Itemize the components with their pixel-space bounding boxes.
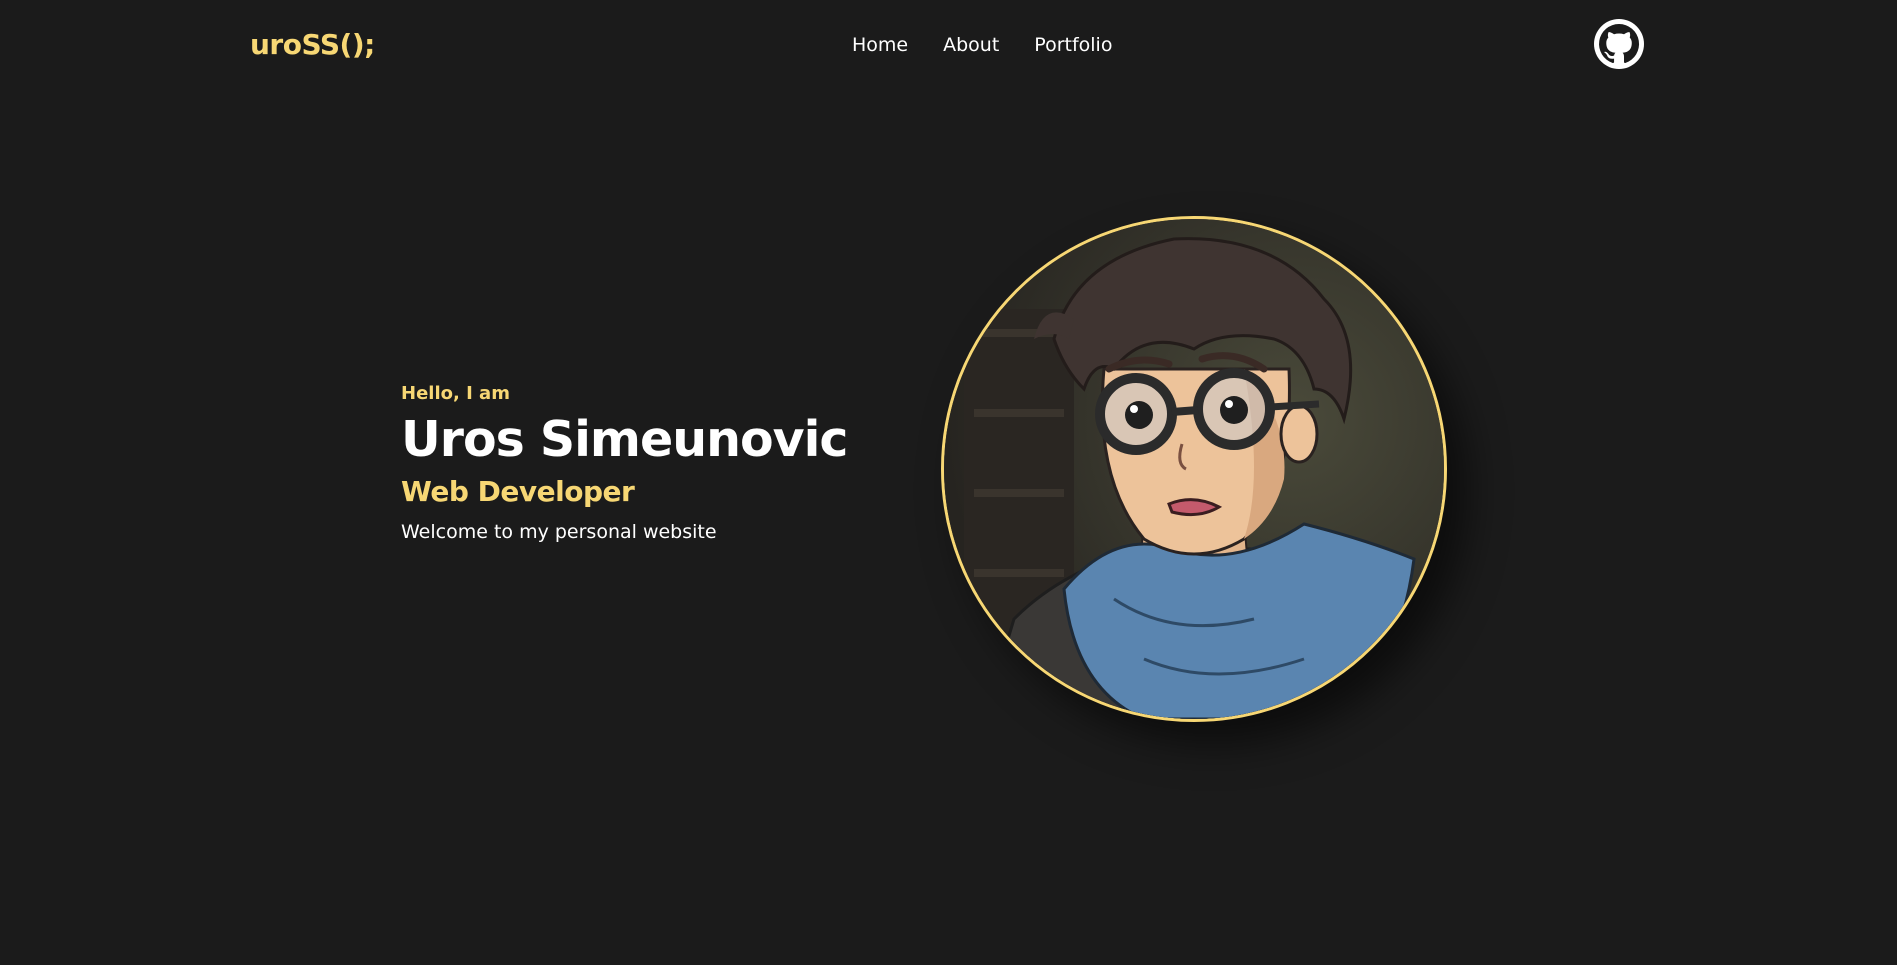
nav-link-about[interactable]: About [943, 34, 999, 56]
github-icon [1594, 19, 1644, 69]
profile-avatar [941, 216, 1447, 722]
page: uroSS(); Home About Portfolio Hello, I a… [0, 0, 1897, 965]
hero-greeting: Hello, I am [401, 383, 510, 404]
hero-welcome: Welcome to my personal website [401, 521, 717, 543]
logo-link[interactable]: uroSS(); [250, 28, 375, 61]
anime-boy-portrait-icon [944, 219, 1444, 719]
main-nav: Home About Portfolio [852, 34, 1112, 56]
site-header: uroSS(); Home About Portfolio [0, 0, 1897, 92]
github-link[interactable] [1594, 19, 1644, 69]
hero-name: Uros Simeunovic [401, 411, 848, 468]
hero-role: Web Developer [401, 475, 635, 508]
nav-link-home[interactable]: Home [852, 34, 908, 56]
hero-intro: Hello, I am Uros Simeunovic Web Develope… [401, 380, 921, 547]
nav-link-portfolio[interactable]: Portfolio [1034, 34, 1112, 56]
